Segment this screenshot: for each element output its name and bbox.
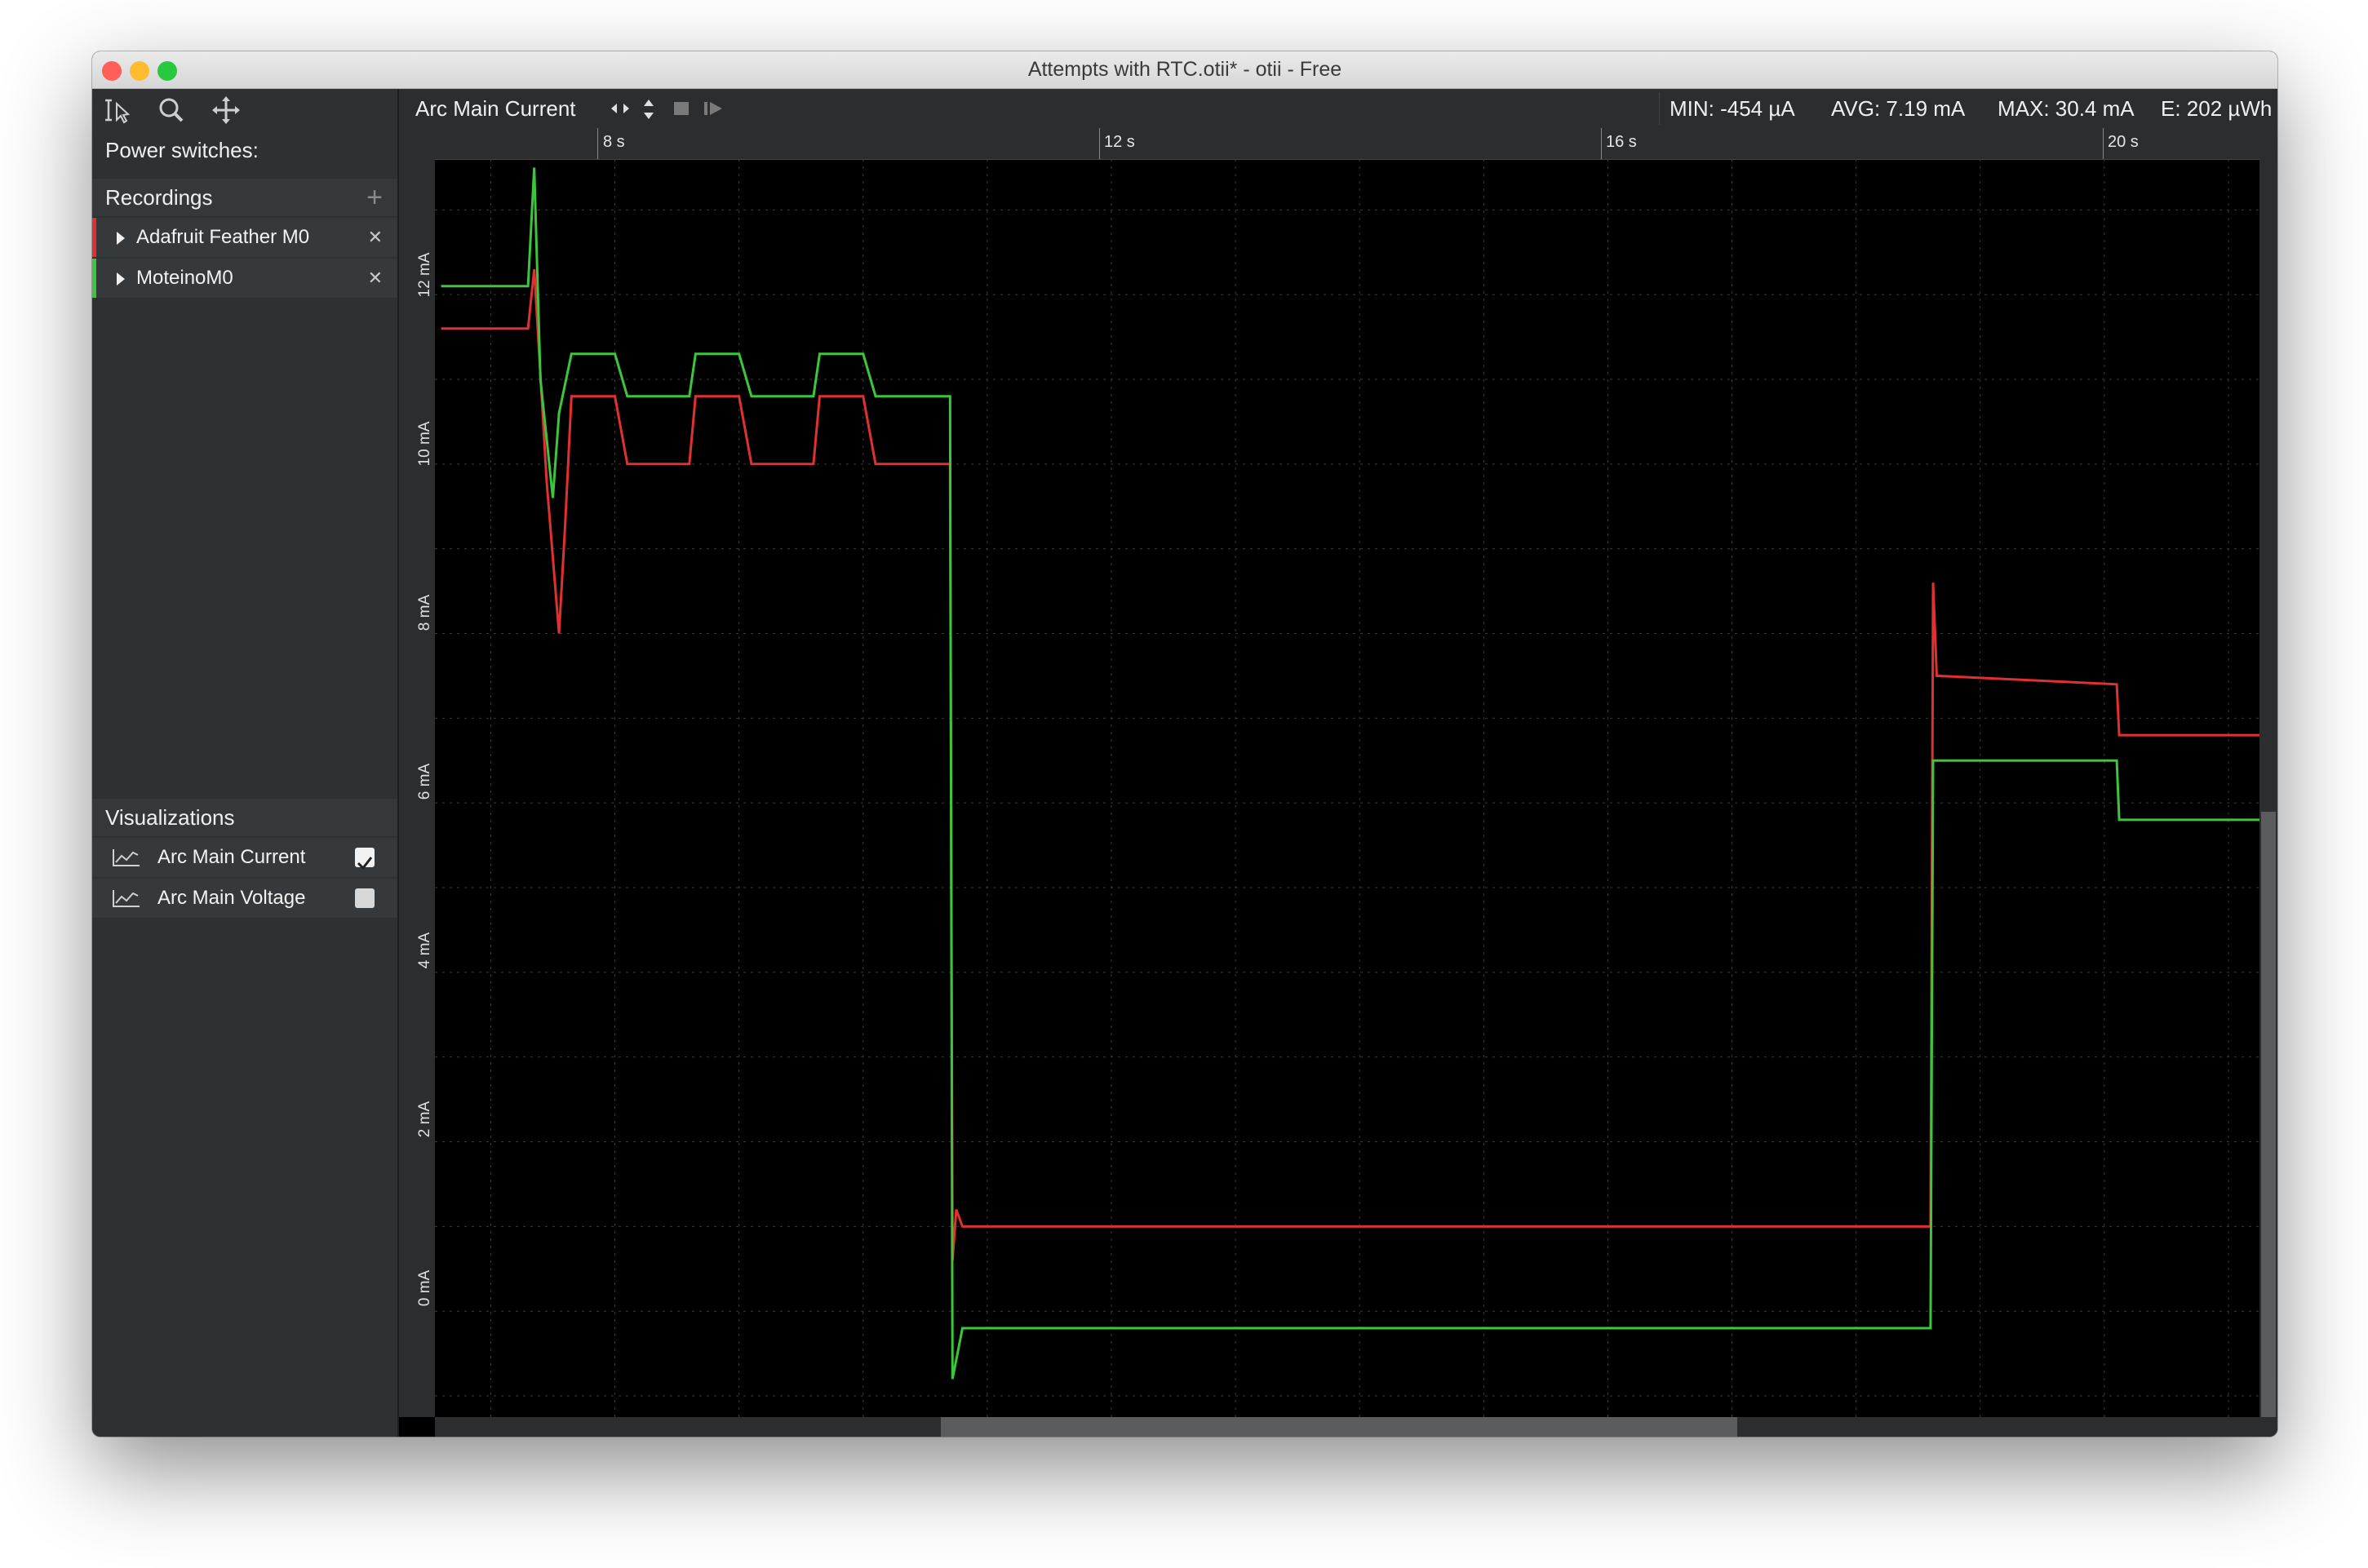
recording-item-adafruit[interactable]: Adafruit Feather M0 ✕ [92,218,397,257]
app-window: Attempts with RTC.otii* - otii - Free Po… [92,51,2277,1437]
recording-item-moteino[interactable]: MoteinoM0 ✕ [92,259,397,298]
visualization-name: Arc Main Voltage [157,887,306,909]
magnifier-icon [159,98,184,122]
line-chart-icon [113,890,140,907]
cursor-select-icon [105,99,131,124]
current-plot[interactable] [399,89,2277,1437]
visualization-name: Arc Main Current [157,846,306,868]
visualization-item-voltage[interactable]: Arc Main Voltage [92,879,397,918]
visualization-checkbox[interactable] [355,848,375,870]
checkmark-icon [357,857,373,870]
move-arrows-icon [212,96,240,124]
zoom-tool-button[interactable] [154,94,190,126]
vertical-scrollbar[interactable] [2259,159,2277,1417]
recording-color-marker [92,259,96,298]
pan-tool-button[interactable] [208,94,244,126]
add-recording-icon[interactable]: + [366,179,383,216]
series-line-0 [441,268,2259,1261]
visualizations-header: Visualizations [92,799,397,836]
window-title: Attempts with RTC.otii* - otii - Free [1027,58,1342,81]
visualization-checkbox[interactable] [355,888,375,908]
sidebar: Power switches: Recordings + Adafruit Fe… [92,89,399,1437]
plot-series [441,167,2259,1380]
recording-name: Adafruit Feather M0 [136,226,310,248]
horizontal-scroll-thumb[interactable] [941,1417,1737,1437]
recordings-header: Recordings + [92,179,397,216]
series-line-1 [441,167,2259,1380]
select-tool-button[interactable] [100,94,136,126]
recording-name: MoteinoM0 [136,267,233,289]
vertical-scroll-thumb[interactable] [2261,812,2276,1417]
recordings-label: Recordings [105,185,213,210]
recording-color-marker [92,218,96,257]
plot-grid [435,159,2259,1417]
remove-recording-icon[interactable]: ✕ [368,218,383,257]
expand-triangle-icon[interactable] [115,272,126,286]
expand-triangle-icon[interactable] [115,231,126,246]
horizontal-scrollbar[interactable] [435,1417,2277,1437]
line-chart-icon [113,849,140,866]
main-panel: Arc Main Current MIN: -454 µA AVG: 7.19 … [399,89,2277,1437]
remove-recording-icon[interactable]: ✕ [368,259,383,298]
title-bar: Attempts with RTC.otii* - otii - Free [92,51,2277,89]
power-switches-header: Power switches: [92,131,397,169]
visualization-item-current[interactable]: Arc Main Current [92,838,397,877]
